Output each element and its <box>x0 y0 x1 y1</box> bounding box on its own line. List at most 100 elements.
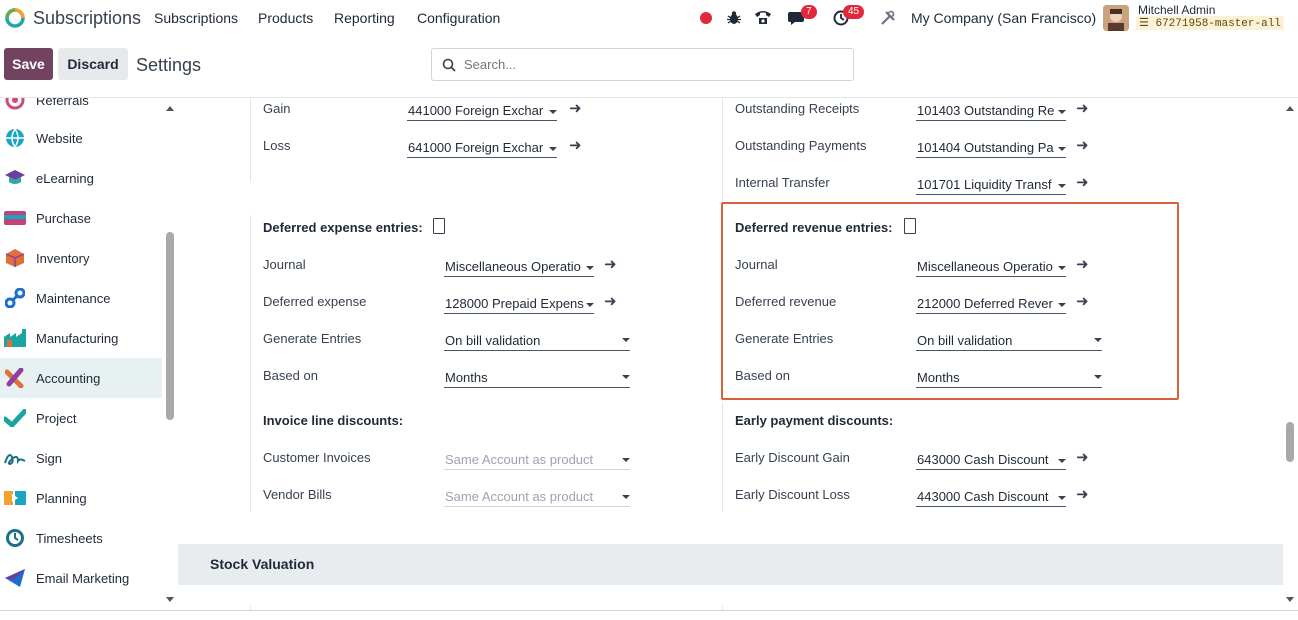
de-based-select[interactable]: Months <box>444 368 630 388</box>
sidebar-scrollbar-thumb[interactable] <box>166 232 174 420</box>
dr-journal-value: Miscellaneous Operatio <box>917 259 1053 274</box>
sidebar-item-label: Accounting <box>36 370 101 386</box>
early-loss-open-arrow-icon[interactable]: ➜ <box>1076 485 1089 503</box>
tools-icon[interactable] <box>879 9 897 27</box>
transfer-account-field[interactable]: 101701 Liquidity Transf <box>916 175 1066 195</box>
menu-configuration[interactable]: Configuration <box>417 10 500 26</box>
dr-based-label: Based on <box>735 368 790 383</box>
user-avatar[interactable] <box>1103 5 1129 31</box>
dr-journal-field[interactable]: Miscellaneous Operatio <box>916 257 1066 277</box>
referrals-icon <box>4 98 26 111</box>
scroll-down-icon[interactable] <box>1286 597 1294 602</box>
search-input[interactable] <box>464 57 834 72</box>
early-loss-field[interactable]: 443000 Cash Discount <box>916 487 1066 507</box>
dr-journal-dropdown-icon[interactable] <box>1058 266 1066 270</box>
gain-open-arrow-icon[interactable]: ➜ <box>569 99 582 117</box>
sidebar-item-sign[interactable]: Sign <box>0 438 162 478</box>
receipts-dropdown-icon[interactable] <box>1058 110 1066 114</box>
early-gain-field[interactable]: 643000 Cash Discount <box>916 450 1066 470</box>
sidebar-item-manufacturing[interactable]: Manufacturing <box>0 318 162 358</box>
customer-invoices-dropdown-icon[interactable] <box>622 458 630 462</box>
activity-badge: 45 <box>843 5 865 19</box>
gain-account-field[interactable]: 441000 Foreign Exchar <box>407 101 557 121</box>
user-name[interactable]: Mitchell Admin <box>1138 3 1215 17</box>
menu-reporting[interactable]: Reporting <box>334 10 395 26</box>
transfer-dropdown-icon[interactable] <box>1058 184 1066 188</box>
loss-dropdown-icon[interactable] <box>549 147 557 151</box>
phone-icon[interactable] <box>753 8 773 26</box>
de-generate-select[interactable]: On bill validation <box>444 331 630 351</box>
scroll-down-icon[interactable] <box>166 597 174 602</box>
sidebar-item-planning[interactable]: Planning <box>0 478 162 518</box>
company-switcher[interactable]: My Company (San Francisco) <box>911 10 1096 26</box>
menu-subscriptions[interactable]: Subscriptions <box>154 10 238 26</box>
search-icon <box>442 58 456 72</box>
loss-open-arrow-icon[interactable]: ➜ <box>569 136 582 154</box>
vendor-bills-dropdown-icon[interactable] <box>622 495 630 499</box>
early-loss-dropdown-icon[interactable] <box>1058 496 1066 500</box>
dr-generate-select[interactable]: On bill validation <box>916 331 1102 351</box>
sidebar-item-website[interactable]: Website <box>0 118 162 158</box>
loss-account-value: 641000 Foreign Exchar <box>408 140 544 155</box>
receipts-open-arrow-icon[interactable]: ➜ <box>1076 99 1089 117</box>
website-icon <box>4 127 26 149</box>
record-icon[interactable] <box>698 10 714 26</box>
chat-badge: 7 <box>801 5 817 19</box>
early-gain-dropdown-icon[interactable] <box>1058 459 1066 463</box>
dr-based-dropdown-icon[interactable] <box>1094 375 1102 379</box>
divider <box>250 215 251 512</box>
sidebar-item-timesheets[interactable]: Timesheets <box>0 518 162 558</box>
app-logo-icon[interactable] <box>4 7 26 29</box>
payments-account-field[interactable]: 101404 Outstanding Pa <box>916 138 1066 158</box>
project-icon <box>4 407 26 429</box>
receipts-account-field[interactable]: 101403 Outstanding Re <box>916 101 1066 121</box>
de-account-open-arrow-icon[interactable]: ➜ <box>604 292 617 310</box>
de-journal-field[interactable]: Miscellaneous Operatio <box>444 257 594 277</box>
de-journal-dropdown-icon[interactable] <box>586 266 594 270</box>
dr-based-select[interactable]: Months <box>916 368 1102 388</box>
email-marketing-icon <box>4 567 26 589</box>
save-button[interactable]: Save <box>4 48 53 80</box>
de-journal-open-arrow-icon[interactable]: ➜ <box>604 255 617 273</box>
sidebar-item-project[interactable]: Project <box>0 398 162 438</box>
de-generate-dropdown-icon[interactable] <box>622 338 630 342</box>
sidebar-item-referrals[interactable]: Referrals <box>0 98 162 120</box>
payments-dropdown-icon[interactable] <box>1058 147 1066 151</box>
transfer-open-arrow-icon[interactable]: ➜ <box>1076 173 1089 191</box>
vendor-bills-value: Same Account as product <box>445 489 594 504</box>
dr-generate-dropdown-icon[interactable] <box>1094 338 1102 342</box>
scroll-up-icon[interactable] <box>1286 106 1294 111</box>
sidebar-item-inventory[interactable]: Inventory <box>0 238 162 278</box>
sidebar-item-purchase[interactable]: Purchase <box>0 198 162 238</box>
de-account-dropdown-icon[interactable] <box>586 303 594 307</box>
dr-account-open-arrow-icon[interactable]: ➜ <box>1076 292 1089 310</box>
sidebar-item-accounting[interactable]: Accounting <box>0 358 162 398</box>
search-box[interactable] <box>431 48 854 81</box>
early-gain-open-arrow-icon[interactable]: ➜ <box>1076 448 1089 466</box>
de-account-field[interactable]: 128000 Prepaid Expens <box>444 294 594 314</box>
sidebar-item-label: Project <box>36 410 77 426</box>
discard-button[interactable]: Discard <box>58 48 128 80</box>
vendor-bills-field[interactable]: Same Account as product <box>444 487 630 507</box>
divider <box>722 98 723 202</box>
customer-invoices-field[interactable]: Same Account as product <box>444 450 630 470</box>
de-based-dropdown-icon[interactable] <box>622 375 630 379</box>
sidebar-item-email-marketing[interactable]: Email Marketing <box>0 558 162 598</box>
stock-valuation-section-header: Stock Valuation <box>178 544 1283 585</box>
sidebar-item-elearning[interactable]: eLearning <box>0 158 162 198</box>
gain-dropdown-icon[interactable] <box>549 110 557 114</box>
sidebar-item-maintenance[interactable]: Maintenance <box>0 278 162 318</box>
scroll-up-icon[interactable] <box>166 106 174 111</box>
content-scrollbar[interactable] <box>1283 98 1298 610</box>
dr-account-field[interactable]: 212000 Deferred Rever <box>916 294 1066 314</box>
dr-account-dropdown-icon[interactable] <box>1058 303 1066 307</box>
dr-generate-value: On bill validation <box>917 333 1013 348</box>
menu-products[interactable]: Products <box>258 10 313 26</box>
bug-icon[interactable] <box>725 9 743 27</box>
content-scrollbar-thumb[interactable] <box>1286 422 1294 462</box>
database-badge: ☰ 67271958-master-all <box>1136 16 1284 30</box>
loss-account-field[interactable]: 641000 Foreign Exchar <box>407 138 557 158</box>
app-title[interactable]: Subscriptions <box>33 8 141 29</box>
dr-journal-open-arrow-icon[interactable]: ➜ <box>1076 255 1089 273</box>
payments-open-arrow-icon[interactable]: ➜ <box>1076 136 1089 154</box>
